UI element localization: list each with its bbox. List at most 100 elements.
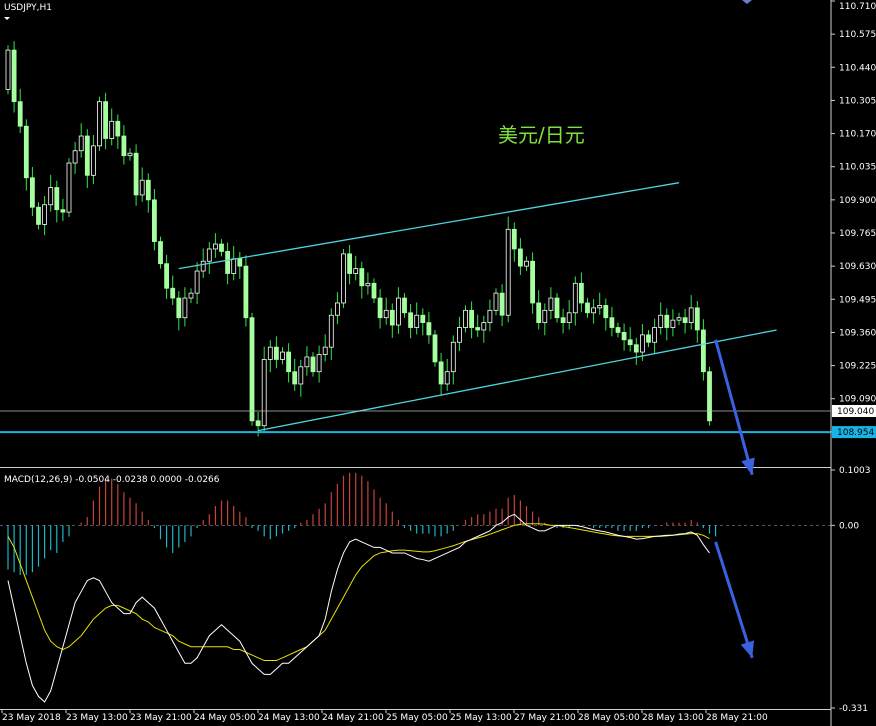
candle-bear	[219, 243, 224, 252]
candle-bear	[11, 49, 17, 103]
candle-bear	[225, 251, 231, 274]
candle-bear	[646, 334, 651, 343]
macd-tick-label: 0.00	[839, 521, 859, 531]
candle-bear	[432, 334, 438, 363]
candle-bull	[597, 305, 603, 309]
time-tick-label: 24 May 05:00	[194, 713, 256, 723]
current-price-tag: 109.040	[837, 407, 874, 417]
candle-bear	[273, 346, 279, 360]
price-tick-label: 109.360	[839, 328, 876, 338]
candle-bull	[481, 322, 487, 331]
candle-bull	[524, 260, 529, 267]
macd-tick-label: 0.1003	[839, 466, 871, 476]
candle-bull	[542, 309, 548, 324]
candle-bull	[487, 309, 493, 324]
candle-bear	[115, 120, 121, 137]
candle-bear	[585, 302, 590, 314]
candle-bear	[530, 260, 535, 304]
candle-bull	[91, 145, 96, 176]
candle-bear	[707, 371, 712, 422]
time-tick-label: 28 May 13:00	[642, 713, 704, 723]
candle-bull	[267, 346, 273, 360]
candle-bear	[627, 339, 633, 346]
price-tick-label: 109.090	[839, 395, 876, 405]
candle-bear	[255, 420, 261, 427]
candle-bear	[475, 327, 481, 331]
candle-bull	[505, 228, 511, 316]
candle-bull	[48, 187, 54, 206]
candle-bear	[176, 297, 182, 319]
candle-bull	[383, 309, 389, 319]
candle-bull	[231, 258, 237, 274]
candle-bull	[365, 282, 371, 287]
pair-label: 美元/日元	[498, 123, 585, 147]
candle-bull	[280, 351, 285, 360]
price-tick-label: 110.710	[839, 2, 876, 12]
candle-bull	[640, 334, 645, 353]
candle-bear	[389, 309, 395, 326]
candle-bull	[139, 179, 145, 196]
candle-bear	[17, 101, 23, 127]
candle-bear	[609, 317, 615, 328]
candle-bear	[158, 241, 163, 265]
candle-bear	[536, 302, 542, 324]
price-tick-label: 110.305	[839, 96, 876, 106]
candle-bull	[194, 270, 200, 294]
time-tick-label: 28 May 05:00	[578, 713, 640, 723]
candle-bear	[103, 101, 108, 139]
candle-bear	[701, 329, 706, 373]
candle-bear	[664, 314, 670, 328]
candle-bull	[652, 327, 657, 343]
price-tick-label: 110.035	[839, 163, 876, 173]
price-tick-label: 110.575	[839, 30, 876, 40]
candle-bull	[206, 248, 212, 262]
candle-bear	[133, 152, 139, 196]
candle-bull	[395, 297, 401, 326]
candle-bear	[36, 206, 41, 225]
candle-bull	[450, 341, 456, 373]
candle-bull	[200, 260, 206, 272]
candle-bull	[97, 101, 102, 147]
candle-bear	[603, 305, 609, 319]
candle-bear	[164, 263, 170, 289]
time-tick-label: 27 May 21:00	[514, 713, 576, 723]
time-tick-label: 25 May 13:00	[450, 713, 512, 723]
candle-bull	[670, 319, 676, 328]
candle-bear	[84, 135, 90, 176]
time-tick-label: 23 May 2018	[2, 713, 61, 723]
candle-bull	[127, 152, 133, 157]
candle-bull	[591, 307, 596, 314]
candle-bear	[499, 292, 505, 316]
candle-bull	[322, 346, 328, 355]
candle-bull	[261, 359, 267, 427]
candle-bear	[121, 135, 127, 157]
candle-bear	[249, 317, 255, 422]
candle-bear	[408, 312, 414, 328]
candle-bear	[170, 287, 176, 299]
candle-bull	[688, 307, 694, 324]
candle-bear	[371, 282, 377, 299]
candle-bull	[188, 292, 194, 299]
candle-bull	[298, 366, 304, 385]
candle-bear	[23, 125, 29, 179]
macd-tick-label: -0.331	[839, 704, 868, 714]
candle-bear	[145, 179, 151, 201]
macd-title: MACD(12,26,9) -0.0504 -0.0238 0.0000 -0.…	[4, 475, 220, 485]
candle-bear	[347, 253, 353, 274]
candle-bear	[560, 317, 566, 324]
candle-bull	[572, 282, 578, 314]
support-price-tag: 108.954	[837, 428, 874, 438]
candle-bear	[518, 248, 523, 267]
candle-bear	[54, 187, 60, 211]
candle-bull	[548, 297, 554, 311]
candle-bull	[456, 327, 462, 343]
candle-bull	[212, 243, 218, 250]
candle-bear	[359, 268, 365, 287]
time-tick-label: 23 May 13:00	[66, 713, 128, 723]
candle-bear	[511, 228, 517, 250]
time-tick-label: 28 May 21:00	[706, 713, 768, 723]
candle-bear	[377, 297, 383, 319]
candle-bear	[694, 307, 700, 331]
candle-bear	[426, 322, 432, 336]
candle-bear	[682, 317, 688, 324]
